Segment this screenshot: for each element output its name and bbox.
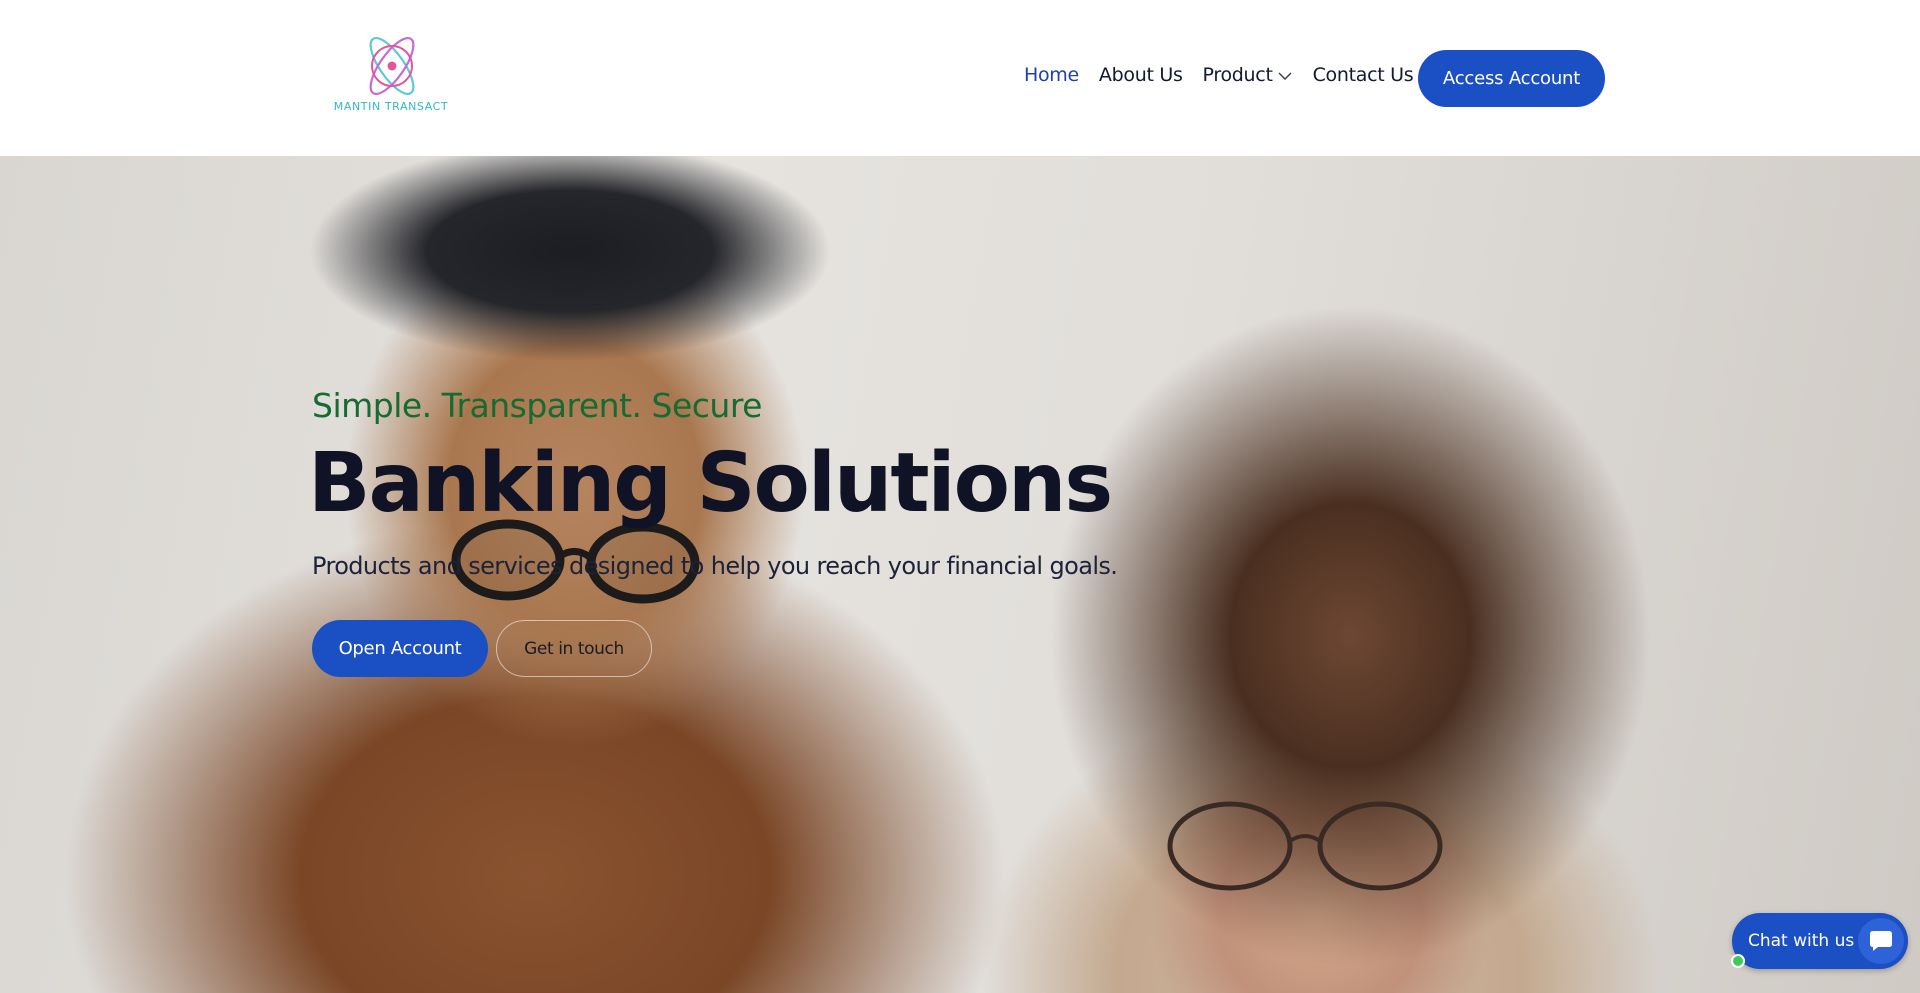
site-header: MANTIN TRANSACT Home About Us Product Co… [0,0,1920,156]
photo-glasses-right [1167,801,1443,891]
hero-tagline: Simple. Transparent. Secure [312,386,762,425]
chat-bubble-icon [1870,931,1892,951]
open-account-button[interactable]: Open Account [312,620,488,677]
get-in-touch-button[interactable]: Get in touch [496,620,652,677]
nav-about-label: About Us [1098,64,1183,86]
chevron-down-icon [1278,72,1292,80]
chat-widget-button[interactable]: Chat with us [1731,913,1908,969]
hero-subtitle: Products and services designed to help y… [312,552,1118,580]
nav-product[interactable]: Product [1203,64,1293,86]
nav-about-us[interactable]: About Us [1099,64,1183,86]
access-account-button[interactable]: Access Account [1418,50,1605,107]
chat-label: Chat with us [1748,931,1855,951]
main-nav: Home About Us Product Contact Us [1024,64,1433,86]
atom-icon [369,37,415,95]
brand-logo[interactable]: MANTIN TRANSACT [328,30,454,120]
chat-icon-wrap [1858,918,1904,964]
hero-headline: Banking Solutions [308,436,1113,531]
online-status-dot [1731,954,1745,968]
nav-contact-us[interactable]: Contact Us [1313,64,1414,86]
nav-product-label: Product [1202,64,1273,86]
logo-wordmark: MANTIN TRANSACT [333,100,449,113]
hero-section: Simple. Transparent. Secure Banking Solu… [0,156,1920,993]
nav-home[interactable]: Home [1024,64,1079,86]
nav-home-label: Home [1024,64,1079,86]
nav-contact-label: Contact Us [1312,64,1414,86]
